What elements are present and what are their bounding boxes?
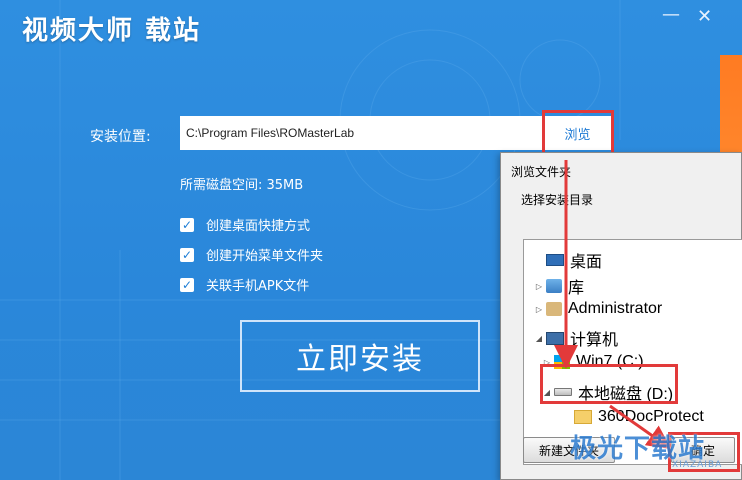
tree-item-label: 计算机 xyxy=(570,332,619,349)
folder-icon xyxy=(574,410,592,424)
option-label: 创建桌面快捷方式 xyxy=(206,219,311,234)
app-title: 视频大师 载站 xyxy=(22,16,202,46)
option-start-menu-folder[interactable]: ✓ 创建开始菜单文件夹 xyxy=(180,245,323,264)
tree-item-360docprotect[interactable]: 360DocProtect xyxy=(562,408,704,426)
tree-item-label: Administrator xyxy=(568,300,663,317)
computer-icon xyxy=(546,331,564,345)
dialog-prompt: 选择安装目录 xyxy=(521,193,594,207)
tree-item-desktop[interactable]: 桌面 xyxy=(534,248,602,272)
tree-item-label: 360DocProtect xyxy=(598,408,704,425)
install-now-button[interactable]: 立即安装 xyxy=(240,320,480,392)
checkbox-checked-icon[interactable]: ✓ xyxy=(180,277,194,292)
option-desktop-shortcut[interactable]: ✓ 创建桌面快捷方式 xyxy=(180,215,310,234)
desktop-icon xyxy=(546,254,564,266)
close-icon[interactable]: ✕ xyxy=(697,8,712,26)
dialog-title: 浏览文件夹 xyxy=(511,165,572,179)
checkbox-checked-icon[interactable]: ✓ xyxy=(180,217,194,232)
collapse-icon[interactable]: ◢ xyxy=(534,334,544,343)
expand-icon[interactable]: ▷ xyxy=(534,282,544,291)
watermark-subtext: XIAZAIBA xyxy=(672,460,723,470)
tree-item-library[interactable]: ▷ 库 xyxy=(534,274,584,298)
install-path-label: 安装位置: xyxy=(90,129,151,145)
tree-item-label: 桌面 xyxy=(570,254,603,271)
tree-item-computer[interactable]: ◢ 计算机 xyxy=(534,326,618,350)
option-label: 关联手机APK文件 xyxy=(206,279,310,294)
option-label: 创建开始菜单文件夹 xyxy=(206,249,324,264)
tree-item-administrator[interactable]: ▷ Administrator xyxy=(534,300,662,318)
disk-space-text: 所需磁盘空间: 35MB xyxy=(180,178,304,193)
option-associate-apk[interactable]: ✓ 关联手机APK文件 xyxy=(180,275,309,294)
install-path-input[interactable] xyxy=(180,116,543,150)
minimize-icon[interactable]: — xyxy=(662,6,680,24)
library-icon xyxy=(546,279,562,293)
user-folder-icon xyxy=(546,302,562,316)
tree-item-label: 库 xyxy=(568,280,585,297)
drive-d-highlight-box xyxy=(540,364,678,404)
checkbox-checked-icon[interactable]: ✓ xyxy=(180,247,194,262)
browse-highlight-box xyxy=(542,110,614,156)
expand-icon[interactable]: ▷ xyxy=(534,305,544,314)
